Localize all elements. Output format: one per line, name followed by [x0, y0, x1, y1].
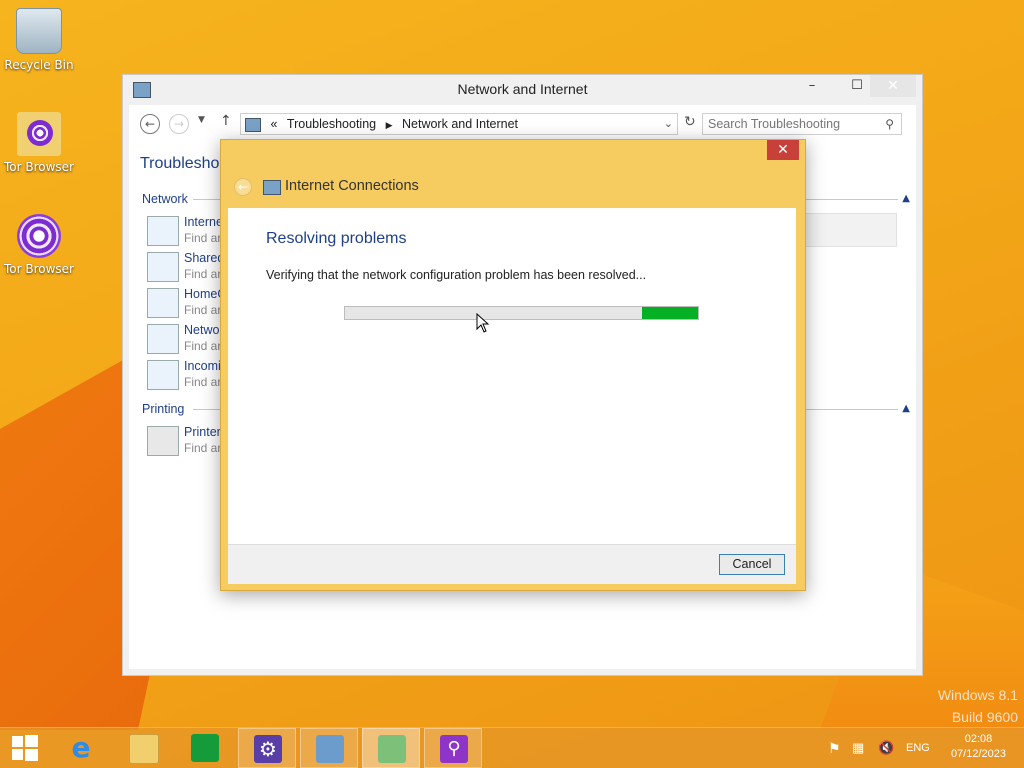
taskbar-internet-explorer[interactable]: e [52, 728, 110, 768]
progress-bar-fill [641, 307, 698, 319]
minimize-button[interactable]: – [797, 75, 827, 97]
search-icon[interactable]: ⚲ [885, 114, 894, 135]
taskbar-file-explorer[interactable] [114, 728, 172, 768]
desktop-icon-label: Recycle Bin [4, 58, 74, 72]
mouse-cursor-icon [476, 313, 490, 333]
taskbar-store[interactable] [176, 728, 234, 768]
back-arrow-icon[interactable]: ← [234, 178, 252, 196]
collapse-printing-chevron-icon[interactable]: ▲ [902, 403, 910, 414]
address-dropdown-chevron-icon[interactable]: ⌄ [664, 114, 673, 135]
taskbar-search[interactable]: ⚲ [424, 728, 482, 768]
taskbar: e ⚙ ⚲ ⚑ ▦ 🔇 ENG 02:08 07/12/2023 [0, 727, 1024, 768]
progress-bar [344, 306, 699, 320]
address-box[interactable]: « Troubleshooting ▶ Network and Internet… [240, 113, 678, 135]
collapse-network-chevron-icon[interactable]: ▲ [902, 193, 910, 204]
volume-muted-icon[interactable]: 🔇 [878, 728, 894, 768]
recycle-bin-icon [16, 8, 62, 54]
close-button[interactable]: ✕ [870, 75, 916, 97]
internet-connections-icon [147, 216, 179, 246]
language-indicator[interactable]: ENG [906, 728, 930, 768]
incoming-connections-icon [147, 360, 179, 390]
desktop-icon-recycle-bin[interactable]: Recycle Bin [1, 8, 77, 72]
desktop-icon-tor-browser[interactable]: Tor Browser [1, 214, 77, 276]
desktop-icon-label: Tor Browser [3, 262, 74, 276]
location-icon [245, 118, 261, 132]
recent-locations-chevron-icon[interactable]: ▼ [198, 115, 205, 125]
maximize-button[interactable]: ☐ [842, 75, 872, 97]
address-bar-row: ← → ▼ ↑ « Troubleshooting ▶ Network and … [140, 113, 914, 137]
action-center-flag-icon[interactable]: ⚑ [828, 728, 841, 768]
up-arrow-icon[interactable]: ↑ [220, 113, 232, 129]
breadcrumb-prefix[interactable]: « [270, 117, 277, 131]
troubleshooter-icon [378, 735, 406, 763]
list-item-title: Incomi [184, 359, 221, 373]
start-button[interactable] [0, 728, 50, 768]
selected-row-highlight [803, 213, 897, 247]
list-item-desc: Find ar [184, 339, 222, 353]
clock[interactable]: 02:08 07/12/2023 [951, 732, 1006, 762]
section-printing-heading[interactable]: Printing [142, 402, 184, 416]
network-icon[interactable]: ▦ [852, 728, 864, 768]
search-placeholder: Search Troubleshooting [708, 117, 841, 131]
network-adapter-icon [147, 324, 179, 354]
list-item-desc: Find ar [184, 375, 222, 389]
dialog-body: Resolving problems Verifying that the ne… [228, 208, 796, 544]
forward-arrow-icon[interactable]: → [169, 114, 189, 134]
dialog-heading: Resolving problems [266, 230, 407, 247]
watermark-version: Windows 8.1 [937, 687, 1018, 703]
homegroup-icon [147, 288, 179, 318]
breadcrumb-item-troubleshooting[interactable]: Troubleshooting [287, 117, 376, 131]
cancel-button[interactable]: Cancel [719, 554, 785, 575]
control-panel-icon [316, 735, 344, 763]
taskbar-troubleshooter[interactable] [362, 728, 420, 768]
list-item-title: Interne [184, 215, 223, 229]
tor-folder-icon [17, 112, 61, 156]
breadcrumb-item-network-and-internet[interactable]: Network and Internet [402, 117, 518, 131]
list-item-title: Shared [184, 251, 225, 265]
taskbar-settings[interactable]: ⚙ [238, 728, 296, 768]
windows-watermark: Windows 8.1 Build 9600 [938, 684, 1018, 728]
gear-icon: ⚙ [254, 735, 282, 763]
list-item-desc: Find ar [184, 231, 222, 245]
list-item-title: Netwo [184, 323, 220, 337]
clock-date: 07/12/2023 [950, 748, 1006, 760]
back-arrow-icon[interactable]: ← [140, 114, 160, 134]
internet-explorer-icon: e [71, 731, 91, 764]
clock-time: 02:08 [964, 733, 993, 745]
taskbar-control-panel[interactable] [300, 728, 358, 768]
section-network-heading[interactable]: Network [142, 192, 188, 206]
page-title: Troublesho [140, 155, 220, 172]
internet-connections-icon [263, 180, 281, 195]
list-item-desc: Find ar [184, 267, 222, 281]
dialog-close-button[interactable]: ✕ [767, 140, 799, 160]
breadcrumb-separator-icon: ▶ [385, 120, 393, 130]
list-item-title: Printer [184, 425, 221, 439]
windows-logo-icon [12, 735, 38, 761]
search-icon: ⚲ [440, 735, 468, 763]
dialog-header: Internet Connections [285, 178, 419, 194]
search-input[interactable]: Search Troubleshooting ⚲ [702, 113, 902, 135]
tor-browser-icon [17, 214, 61, 258]
printer-icon [147, 426, 179, 456]
desktop-icon-label: Tor Browser [3, 160, 74, 174]
list-item-desc: Find ar [184, 441, 222, 455]
dialog-message: Verifying that the network configuration… [266, 268, 647, 282]
refresh-icon[interactable]: ↻ [684, 114, 696, 130]
store-icon [191, 734, 219, 762]
shared-folders-icon [147, 252, 179, 282]
watermark-build: Build 9600 [951, 709, 1018, 725]
file-explorer-icon [129, 734, 159, 764]
desktop-icon-tor-folder[interactable]: Tor Browser [1, 112, 77, 174]
troubleshooter-dialog: ✕ ← Internet Connections Resolving probl… [220, 139, 806, 591]
list-item-desc: Find ar [184, 303, 222, 317]
dialog-footer: Cancel [228, 544, 796, 584]
